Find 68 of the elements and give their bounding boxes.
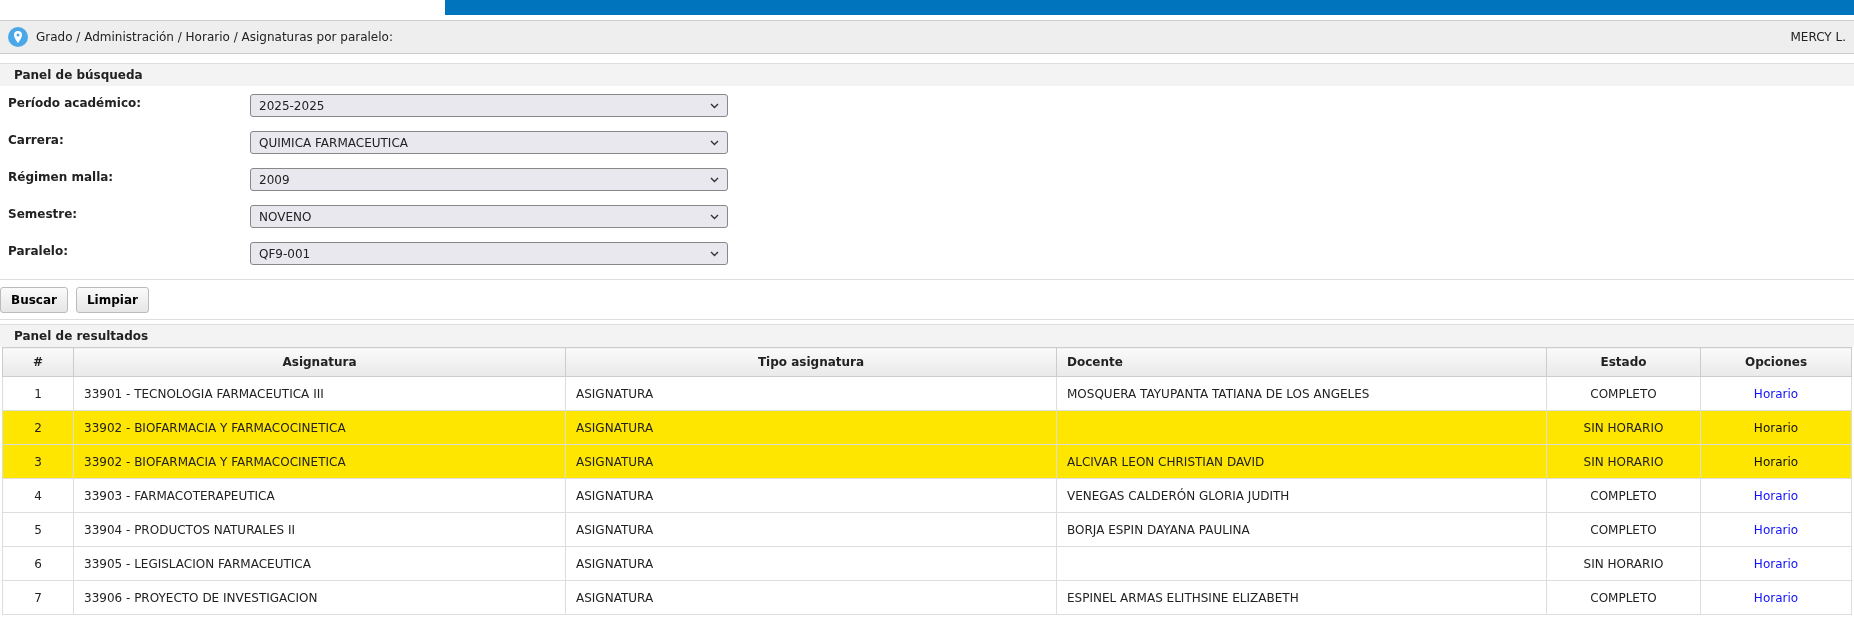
table-cell: SIN HORARIO: [1546, 444, 1701, 479]
field-label: Régimen malla:: [8, 169, 115, 184]
table-cell: 3: [2, 444, 74, 479]
table-cell: ASIGNATURA: [565, 410, 1057, 445]
chevron-down-icon: [710, 213, 719, 220]
table-cell: 33906 - PROYECTO DE INVESTIGACION: [73, 580, 566, 615]
table-cell: ALCIVAR LEON CHRISTIAN DAVID: [1056, 444, 1547, 479]
table-cell: SIN HORARIO: [1546, 410, 1701, 445]
table-cell: 2: [2, 410, 74, 445]
field-label: Carrera:: [8, 132, 65, 147]
column-header[interactable]: Asignatura: [73, 347, 566, 377]
schedule-link[interactable]: Horario: [1753, 488, 1799, 503]
column-header[interactable]: Estado: [1546, 347, 1701, 377]
dropdown-field[interactable]: NOVENO: [250, 205, 728, 228]
schedule-link[interactable]: Horario: [1753, 454, 1799, 469]
user-name: MERCY L.: [1790, 30, 1846, 44]
search-button[interactable]: Buscar: [0, 287, 68, 313]
column-header[interactable]: #: [2, 347, 74, 377]
location-pin-icon: [8, 27, 28, 47]
table-cell: ASIGNATURA: [565, 478, 1057, 513]
dropdown-field[interactable]: QUIMICA FARMACEUTICA: [250, 131, 728, 154]
table-cell: COMPLETO: [1546, 478, 1701, 513]
table-cell: 33902 - BIOFARMACIA Y FARMACOCINETICA: [73, 444, 566, 479]
panel-title: Panel de búsqueda: [0, 63, 1854, 86]
table-cell: ESPINEL ARMAS ELITHSINE ELIZABETH: [1056, 580, 1547, 615]
table-cell: 33902 - BIOFARMACIA Y FARMACOCINETICA: [73, 410, 566, 445]
table-cell: 1: [2, 376, 74, 411]
breadcrumb: Grado / Administración / Horario / Asignaturas por paralelo:: [36, 30, 394, 44]
table-cell: ASIGNATURA: [565, 512, 1057, 547]
schedule-link[interactable]: Horario: [1753, 386, 1799, 401]
table-cell: SIN HORARIO: [1546, 546, 1701, 581]
table-cell: ASIGNATURA: [565, 546, 1057, 581]
column-header[interactable]: Docente: [1056, 347, 1547, 377]
table-cell: 5: [2, 512, 74, 547]
chevron-down-icon: [710, 102, 719, 109]
dropdown-field[interactable]: QF9-001: [250, 242, 728, 265]
field-label: Semestre:: [8, 206, 79, 221]
dropdown-field[interactable]: 2025-2025: [250, 94, 728, 117]
schedule-link[interactable]: Horario: [1753, 420, 1799, 435]
table-cell: COMPLETO: [1546, 376, 1701, 411]
table-cell: 33904 - PRODUCTOS NATURALES II: [73, 512, 566, 547]
dropdown-field[interactable]: 2009: [250, 168, 728, 191]
schedule-link[interactable]: Horario: [1753, 522, 1799, 537]
chevron-down-icon: [710, 139, 719, 146]
chevron-down-icon: [710, 250, 719, 257]
table-cell: 33901 - TECNOLOGIA FARMACEUTICA III: [73, 376, 566, 411]
table-cell: COMPLETO: [1546, 512, 1701, 547]
table-cell: ASIGNATURA: [565, 580, 1057, 615]
field-label: Período académico:: [8, 95, 143, 110]
table-cell: MOSQUERA TAYUPANTA TATIANA DE LOS ANGELES: [1056, 376, 1547, 411]
table-cell: 33903 - FARMACOTERAPEUTICA: [73, 478, 566, 513]
table-cell: VENEGAS CALDERÓN GLORIA JUDITH: [1056, 478, 1547, 513]
table-cell: 4: [2, 478, 74, 513]
table-cell: 6: [2, 546, 74, 581]
table-cell: COMPLETO: [1546, 580, 1701, 615]
table-cell: ASIGNATURA: [565, 444, 1057, 479]
table-cell: ASIGNATURA: [565, 376, 1057, 411]
column-header[interactable]: Opciones: [1700, 347, 1852, 377]
table-cell: 7: [2, 580, 74, 615]
table-cell: BORJA ESPIN DAYANA PAULINA: [1056, 512, 1547, 547]
clear-button[interactable]: Limpiar: [75, 287, 149, 313]
field-label: Paralelo:: [8, 243, 69, 258]
column-header[interactable]: Tipo asignatura: [565, 347, 1057, 377]
schedule-link[interactable]: Horario: [1753, 556, 1799, 571]
schedule-link[interactable]: Horario: [1753, 590, 1799, 605]
chevron-down-icon: [710, 176, 719, 183]
table-cell: 33905 - LEGISLACION FARMACEUTICA: [73, 546, 566, 581]
panel-title: Panel de resultados: [0, 324, 1854, 347]
